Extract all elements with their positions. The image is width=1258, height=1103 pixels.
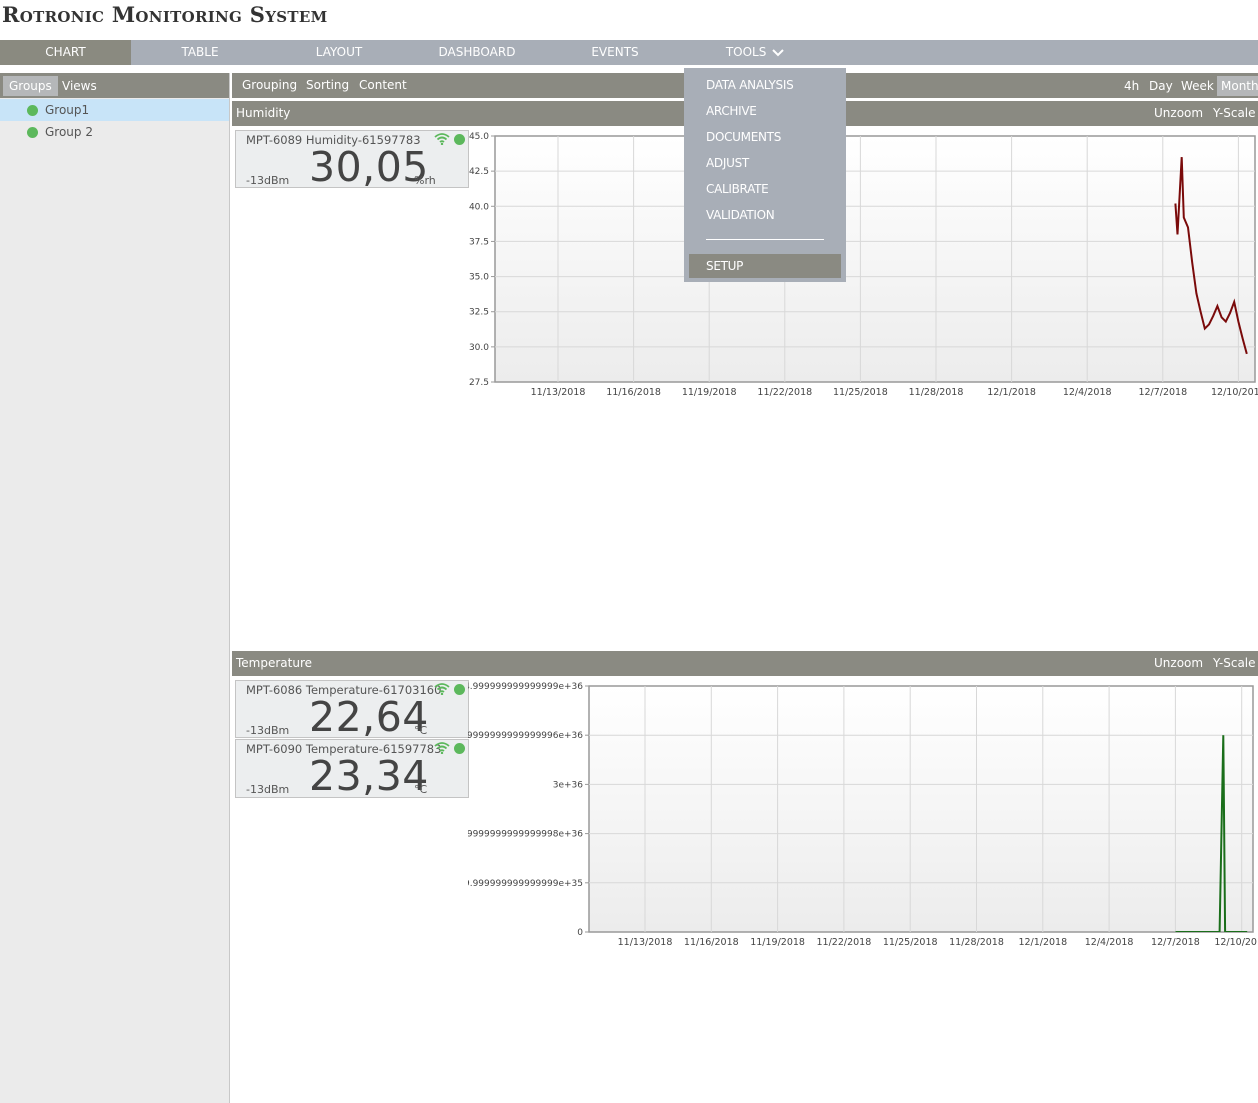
- y-tick-label: 3.9999999999999996e+36: [468, 731, 583, 741]
- sensor-signal: -13dBm: [246, 174, 290, 187]
- nav-tools-label: TOOLS: [725, 45, 767, 59]
- plot-area: [494, 135, 1256, 383]
- range-month-button[interactable]: Month: [1217, 76, 1258, 96]
- y-tick-label: 9.999999999999999e+35: [468, 879, 583, 889]
- sensor-signal: -13dBm: [246, 783, 290, 796]
- x-tick-label: 12/7/2018: [1138, 387, 1187, 398]
- sidebar-item-group2[interactable]: Group 2: [0, 121, 229, 143]
- tab-views[interactable]: Views: [56, 76, 103, 96]
- grouping-button[interactable]: Grouping: [242, 73, 297, 98]
- x-tick-label: 11/13/2018: [531, 387, 586, 398]
- x-tick-label: 11/25/2018: [833, 387, 888, 398]
- menu-item-archive[interactable]: ARCHIVE: [706, 101, 757, 121]
- menu-item-calibrate[interactable]: CALIBRATE: [706, 179, 769, 199]
- status-dot-icon: [27, 105, 38, 116]
- nav-events[interactable]: EVENTS: [565, 40, 665, 65]
- panel-title: Temperature: [236, 656, 313, 670]
- sidebar-tabs: Groups Views: [0, 73, 229, 98]
- sidebar-item-label: Group 2: [45, 125, 93, 139]
- sorting-button[interactable]: Sorting: [306, 73, 349, 98]
- x-tick-label: 11/19/2018: [682, 387, 737, 398]
- app-title: Rotronic Monitoring System: [2, 2, 328, 27]
- sidebar-item-group1[interactable]: Group1: [0, 99, 229, 121]
- x-tick-label: 11/16/2018: [606, 387, 661, 398]
- x-tick-label: 12/4/2018: [1063, 387, 1112, 398]
- x-tick-label: 11/19/2018: [750, 937, 805, 948]
- nav-tools[interactable]: TOOLS: [705, 40, 805, 65]
- x-tick-label: 12/7/2018: [1151, 937, 1200, 948]
- menu-divider: [706, 239, 824, 240]
- x-tick-label: 12/10/2018: [1214, 937, 1258, 948]
- x-tick-label: 11/28/2018: [949, 937, 1004, 948]
- status-dot-icon: [454, 743, 465, 754]
- sensor-unit: °C: [414, 783, 428, 796]
- status-dot-icon: [454, 134, 465, 145]
- y-scale-button[interactable]: Y-Scale: [1213, 651, 1256, 676]
- unzoom-button[interactable]: Unzoom: [1154, 101, 1203, 126]
- y-tick-label: 4.999999999999999e+36: [468, 682, 583, 692]
- sensor-unit: %rh: [414, 174, 436, 187]
- nav-dashboard[interactable]: DASHBOARD: [427, 40, 527, 65]
- range-week-button[interactable]: Week: [1177, 76, 1218, 96]
- tools-dropdown-menu: DATA ANALYSIS ARCHIVE DOCUMENTS ADJUST C…: [684, 68, 846, 282]
- temperature-panel-header: Temperature Unzoom Y-Scale: [232, 651, 1258, 676]
- sensor-card[interactable]: MPT-6089 Humidity-61597783 -13dBm 30,05 …: [235, 130, 469, 191]
- top-navigation: CHART TABLE LAYOUT DASHBOARD EVENTS TOOL…: [0, 40, 1258, 65]
- sensor-signal: -13dBm: [246, 724, 290, 737]
- wifi-icon: [434, 742, 450, 754]
- sidebar-item-label: Group1: [45, 103, 90, 117]
- y-tick-label: 27.5: [469, 378, 489, 388]
- y-scale-button[interactable]: Y-Scale: [1213, 101, 1256, 126]
- nav-chart[interactable]: CHART: [0, 40, 131, 65]
- status-dot-icon: [454, 684, 465, 695]
- menu-item-adjust[interactable]: ADJUST: [706, 153, 749, 173]
- y-tick-label: 1.9999999999999998e+36: [468, 830, 583, 840]
- x-tick-label: 12/10/2018: [1211, 387, 1258, 398]
- sensor-value: 23,34: [309, 752, 429, 800]
- chevron-down-icon: [772, 48, 784, 56]
- sensor-value: 22,64: [309, 693, 429, 741]
- y-tick-label: 32.5: [469, 308, 489, 318]
- menu-item-documents[interactable]: DOCUMENTS: [706, 127, 781, 147]
- temperature-chart[interactable]: 11/13/2018 11/16/2018 11/19/2018 11/22/2018…: [468, 680, 1258, 950]
- y-tick-label: 45.0: [469, 132, 489, 142]
- sensor-card[interactable]: MPT-6090 Temperature-61597783 -13dBm 23,…: [235, 739, 469, 800]
- x-tick-label: 11/13/2018: [618, 937, 673, 948]
- y-tick-label: 35.0: [469, 273, 489, 283]
- tab-groups[interactable]: Groups: [3, 76, 58, 96]
- y-tick-label: 3e+36: [553, 780, 584, 790]
- unzoom-button[interactable]: Unzoom: [1154, 651, 1203, 676]
- x-tick-label: 12/4/2018: [1085, 937, 1134, 948]
- panel-title: Humidity: [236, 106, 291, 120]
- y-tick-label: 40.0: [469, 202, 489, 212]
- content-button[interactable]: Content: [359, 73, 407, 98]
- x-tick-label: 11/25/2018: [883, 937, 938, 948]
- wifi-icon: [434, 133, 450, 145]
- x-tick-label: 12/1/2018: [1018, 937, 1067, 948]
- nav-layout[interactable]: LAYOUT: [289, 40, 389, 65]
- menu-item-data-analysis[interactable]: DATA ANALYSIS: [706, 75, 794, 95]
- range-4h-button[interactable]: 4h: [1120, 76, 1143, 96]
- y-tick-label: 37.5: [469, 237, 489, 247]
- x-tick-label: 11/16/2018: [684, 937, 739, 948]
- nav-table[interactable]: TABLE: [150, 40, 250, 65]
- y-tick-label: 30.0: [469, 343, 489, 353]
- range-day-button[interactable]: Day: [1145, 76, 1177, 96]
- wifi-icon: [434, 683, 450, 695]
- x-tick-label: 12/1/2018: [987, 387, 1036, 398]
- y-tick-label: 0: [577, 928, 583, 938]
- x-tick-label: 11/28/2018: [909, 387, 964, 398]
- humidity-chart[interactable]: 11/13/2018 11/16/2018 11/19/2018 11/22/2018…: [468, 130, 1258, 400]
- menu-item-validation[interactable]: VALIDATION: [706, 205, 775, 225]
- sensor-unit: °C: [414, 724, 428, 737]
- sidebar: Groups Views Group1 Group 2: [0, 73, 230, 1103]
- y-tick-label: 42.5: [469, 167, 489, 177]
- sensor-value: 30,05: [309, 143, 429, 191]
- sensor-card[interactable]: MPT-6086 Temperature-61703160 -13dBm 22,…: [235, 680, 469, 741]
- x-tick-label: 11/22/2018: [757, 387, 812, 398]
- menu-item-setup[interactable]: SETUP: [689, 254, 841, 278]
- status-dot-icon: [27, 127, 38, 138]
- plot-area: [588, 685, 1254, 933]
- x-tick-label: 11/22/2018: [817, 937, 872, 948]
